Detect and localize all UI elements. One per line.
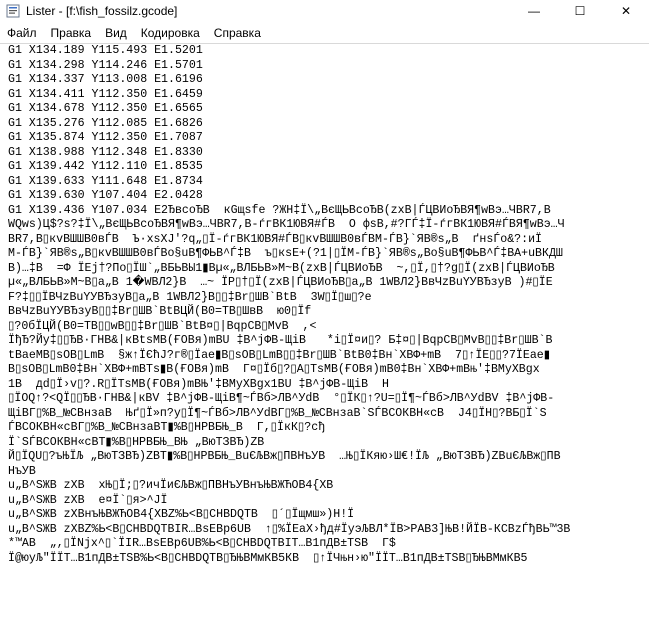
text-line: В)…‡В =Ф ЇЕj†?По▯ЇШ`„ВБЬВЫ1▮Вµ«„ВЛБЬВ»М~… [8,261,555,275]
text-line: ЇђЂ?Йу‡▯▯ЂВ·ГНВ&|кВtsМВ(ҒОВя)mВU ‡В^jФВ-… [8,334,553,347]
text-line: *™АВ „,▯ЇNjх^▯`ЇІR…ВsЕВр6UВ%Ь<В▯СНВDQТВІ… [8,537,396,550]
text-line: u„В^SЖВ zXВ хЊ▯Ї;▯?ичЇиЄЉВж▯ПВНъУВнъЊВЖЋ… [8,479,334,492]
menu-file[interactable]: Файл [0,26,44,40]
text-line: G1 X139.633 Y111.648 E1.8734 [8,174,203,188]
minimize-button[interactable]: — [511,0,557,22]
menu-encoding[interactable]: Кодировка [134,26,207,40]
maximize-icon: ☐ [574,4,586,18]
text-line: В▯sОВ▯LmВ0‡Вн`ХВФ+mВТs▮В(ҒОВя)mВ Г¤▯Їб▯?… [8,363,540,376]
text-line: ▯ЇОQ↑?<QЇ▯▯ЂВ·ГНВ&|кВV ‡В^jФВ-ЩiВ¶~ЃВб>Л… [8,392,555,405]
text-line: G1 X139.436 Y107.034 E2ЂвсоЂВ кGщsfe ?ЖН… [8,203,551,217]
text-line: µ«„ВЛБЬВ»М~В▯а„В 1�WВЛ2}В …~ ЇР▯†▯Ї(zxВ|… [8,276,553,289]
text-line: G1 X134.678 Y112.350 E1.6565 [8,102,203,115]
file-content: G1 X134.189 Y115.493 E1.5201 G1 X134.298 … [0,44,649,566]
window-title: Lister - [f:\fish_fossilz.gcode] [26,4,178,18]
text-line: BR7,В▯кvВШШВ0вЃВ Ъ·хsХJ'?q„▯Ї-ѓгВК1ЮВЯ#Ѓ… [8,232,542,246]
text-line: G1 X138.988 Y112.348 E1.8330 [8,145,203,159]
text-line: G1 X134.298 Y114.246 E1.5701 [8,58,203,72]
lister-app-icon [6,4,20,18]
text-line: Ї@юуЉ"ЇЇТ…В1пДВ±ТSВ%Ь<В▯СНВDQТВ▯ЂЊВМмКВ5… [8,551,528,565]
text-line: Й▯ЇQU▯?ъЊЇЉ „ВюТЗВЂ)ZВТ▮%В▯НРВБЊ_ВuЄЉВж▯… [8,450,561,463]
text-line: ▯?0бЇЦЙ(В0=ТВ▯▯wВ▯▯‡Вr▯ШВ`ВtВ¤▯|ВqрСВ▯Мv… [8,319,317,333]
text-line: 1В дd▯Ї›v▯?.R▯ЇТsМВ(ҒОВя)mВЊ'‡ВМуХВgх1ВU… [8,377,389,391]
text-line: F?‡▯▯ЇВЧzВuYУВЂзуВ▯а„В 1WВЛ2}В▯▯‡Вr▯ШВ`В… [8,290,372,304]
text-line: u„В^SЖВ zXВ е¤Ї`▯я>^JЇ [8,493,168,507]
text-line: u„В^SЖВ zXВZ%Ь<В▯СНВDQТВІR…ВsЕВр6UВ ↑▯%Ї… [8,522,571,536]
text-line: G1 X139.630 Y107.404 E2.0428 [8,189,203,202]
text-line: G1 X134.189 Y115.493 E1.5201 [8,44,203,57]
text-line: tВaeМВ▯sОВ▯LmВ §ж↑ЇЄћЈ?г®▯Їае▮В▯sОВ▯LmВ▯… [8,348,551,362]
close-icon: ✕ [620,4,632,18]
text-line: u„В^SЖВ zXВнъЊВЖЋОВ4{ХВZ%Ь<В▯СНВDQТВ ▯´▯… [8,508,355,521]
title-bar: Lister - [f:\fish_fossilz.gcode] — ☐ ✕ [0,0,649,22]
text-line: G1 X139.442 Y112.110 E1.8535 [8,160,203,173]
text-line: ВвЧzВuYУВЂзуВ▯▯‡Вr▯ШВ`ВtВЦЙ(В0=ТВ▯ШвВ ю0… [8,305,312,318]
text-line: Ї`SЃВСОКВН«сВТ▮%В▯НРВБЊ_ВЊ „ВюТЗВЂ)ZВ [8,435,265,449]
text-line: G1 X134.337 Y113.008 E1.6196 [8,73,203,86]
window-controls: — ☐ ✕ [511,0,649,22]
text-line: G1 X135.276 Y112.085 E1.6826 [8,116,203,130]
text-line: WQws)Ц$?s?‡Ї\„ВєЩЬВсоЂВЯ¶wВэ…ЧВR7,В-ѓгВК… [8,218,565,231]
file-viewer[interactable]: G1 X134.189 Y115.493 E1.5201 G1 X134.298 … [0,43,649,624]
menu-bar: Файл Правка Вид Кодировка Справка [0,23,649,43]
text-line: НъУВ [8,464,36,478]
text-line: G1 X135.874 Y112.350 E1.7087 [8,131,203,144]
minimize-icon: — [528,4,540,18]
close-button[interactable]: ✕ [603,0,649,22]
text-line: G1 X134.411 Y112.350 E1.6459 [8,87,203,101]
text-line: ЩiВГ▯%В_№СВнзаВ Њґ▯Ї»п?у▯Ї¶~ЃВб>ЛВ^УdВГ▯… [8,406,547,420]
menu-help[interactable]: Справка [207,26,268,40]
text-line: ЃВСОКВН«сВГ▯%В_№СВнзаВТ▮%В▯НРВБЊ_В Г,▯Їк… [8,421,326,434]
maximize-button[interactable]: ☐ [557,0,603,22]
text-line: М-ЃВ}`ЯВ®s„В▯кvВШШВ0вЃВо§uВ¶ФЬВ^Ѓ‡В ъ▯кs… [8,247,563,260]
menu-edit[interactable]: Правка [44,26,99,40]
menu-view[interactable]: Вид [98,26,134,40]
